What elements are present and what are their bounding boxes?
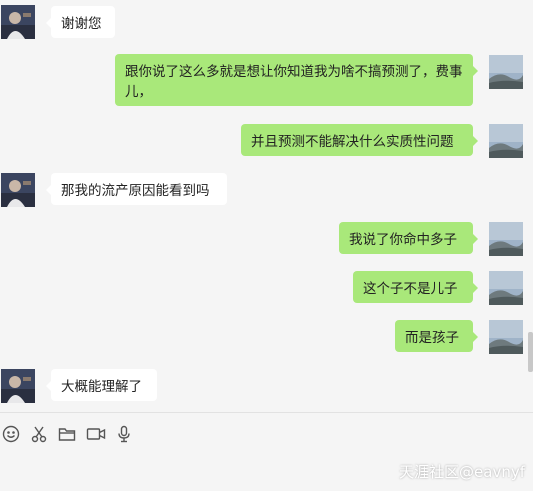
message-bubble-outgoing[interactable]: 并且预测不能解决什么实质性问题	[241, 124, 478, 156]
my-avatar[interactable]	[489, 271, 523, 305]
message-bubble-outgoing[interactable]: 而是孩子	[395, 320, 478, 352]
my-avatar[interactable]	[489, 124, 523, 158]
message-bubble-incoming[interactable]: 大概能理解了	[46, 369, 157, 401]
input-divider	[0, 412, 533, 413]
contact-avatar[interactable]	[1, 173, 35, 207]
video-icon[interactable]	[84, 423, 108, 445]
my-avatar[interactable]	[489, 55, 523, 89]
chat-scrollbar[interactable]	[528, 332, 533, 372]
message-bubble-outgoing[interactable]: 跟你说了这么多就是想让你知道我为啥不搞预测了，费事儿，	[115, 54, 478, 106]
message-bubble-outgoing[interactable]: 我说了你命中多子	[339, 222, 478, 254]
contact-avatar[interactable]	[1, 369, 35, 403]
my-avatar[interactable]	[489, 320, 523, 354]
contact-avatar[interactable]	[1, 5, 35, 39]
message-bubble-incoming[interactable]: 谢谢您	[46, 6, 115, 38]
my-avatar[interactable]	[489, 222, 523, 256]
chat-area[interactable]: 谢谢您 跟你说了这么多就是想让你知道我为啥不搞预测了，费事儿， 并且预测不能解决…	[0, 0, 533, 412]
folder-icon[interactable]	[56, 423, 78, 445]
message-bubble-outgoing[interactable]: 这个子不是儿子	[353, 271, 478, 303]
message-bubble-incoming[interactable]: 那我的流产原因能看到吗	[46, 173, 227, 205]
microphone-icon[interactable]	[113, 423, 135, 445]
emoji-icon[interactable]	[0, 423, 22, 445]
scissors-icon[interactable]	[28, 423, 50, 445]
watermark: 天涯社区@eavnyf	[399, 463, 525, 481]
input-toolbar	[0, 423, 200, 447]
